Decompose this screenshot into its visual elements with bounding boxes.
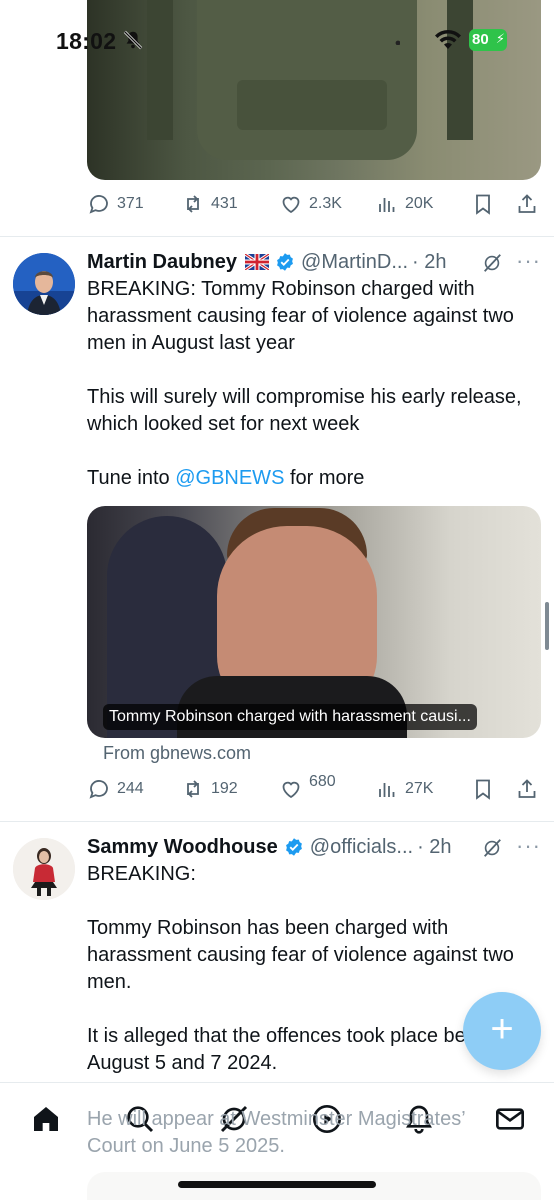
scrollbar[interactable]: [545, 602, 549, 650]
tweet-header: Martin Daubney @MartinD... · 2h: [87, 248, 446, 276]
reply-button[interactable]: 371: [87, 189, 144, 219]
link-card-caption: Tommy Robinson charged with harassment c…: [103, 704, 477, 730]
views-icon: [379, 198, 395, 212]
share-icon: [518, 779, 536, 798]
link-card-image[interactable]: Tommy Robinson charged with harassment c…: [87, 506, 541, 738]
repost-button[interactable]: 431: [181, 189, 238, 219]
charging-icon: ⚡: [495, 31, 505, 46]
views-count: 27K: [405, 780, 434, 797]
like-count: 2.3K: [309, 195, 342, 212]
battery-level: 80: [472, 31, 489, 48]
image-detail: [237, 80, 387, 130]
views-count: 20K: [405, 195, 434, 212]
home-icon[interactable]: [30, 1103, 62, 1135]
tweet-text: BREAKING: Tommy Robinson charged with ha…: [87, 276, 547, 492]
repost-button[interactable]: 192: [181, 774, 238, 804]
bookmark-button[interactable]: [471, 774, 495, 804]
tweet-actions: 371 431 2.3K 20K: [87, 189, 541, 219]
heart-icon: [282, 196, 300, 214]
bookmark-icon: [476, 194, 490, 215]
mail-icon[interactable]: [494, 1103, 526, 1135]
avatar[interactable]: [13, 253, 75, 315]
reply-icon: [89, 780, 108, 799]
tweet-text-tail: for more: [284, 467, 365, 489]
uk-flag-icon: [245, 254, 270, 270]
camera-dot-icon: [395, 40, 400, 45]
avatar[interactable]: [13, 838, 75, 900]
tweet-text-body: BREAKING: Tommy Robinson charged with ha…: [87, 278, 522, 489]
repost-count: 431: [211, 195, 238, 212]
like-button[interactable]: 2.3K: [279, 189, 342, 219]
author-handle[interactable]: @MartinD...: [301, 251, 408, 274]
views-icon: [379, 783, 395, 797]
link-card-source[interactable]: From gbnews.com: [103, 743, 251, 764]
bookmark-icon: [476, 779, 490, 800]
heart-icon: [282, 781, 300, 799]
views-button[interactable]: 20K: [375, 189, 433, 219]
plus-icon: +: [490, 1007, 514, 1051]
bookmark-button[interactable]: [471, 189, 495, 219]
reply-button[interactable]: 244: [87, 774, 144, 804]
views-button[interactable]: 27K: [375, 774, 433, 804]
author-name[interactable]: Sammy Woodhouse: [87, 836, 278, 859]
avatar-image: [13, 838, 75, 900]
more-options-icon[interactable]: ···: [516, 833, 541, 859]
tweet-header: Sammy Woodhouse @officials... · 2h: [87, 833, 452, 861]
tweet-divider: [0, 236, 554, 237]
tweet-divider: [0, 821, 554, 822]
reply-icon: [89, 195, 108, 214]
tweet-time: · 2h: [412, 250, 447, 273]
author-handle[interactable]: @officials...: [310, 836, 413, 859]
avatar-image: [13, 253, 75, 315]
share-icon: [518, 194, 536, 213]
battery-indicator: 80 ⚡: [469, 29, 507, 51]
grok-icon[interactable]: [481, 252, 503, 274]
status-time: 18:02: [56, 28, 117, 54]
compose-button[interactable]: +: [463, 992, 541, 1070]
repost-icon: [187, 780, 199, 798]
more-options-icon[interactable]: ···: [516, 248, 541, 274]
grok-icon[interactable]: [481, 837, 503, 859]
reply-count: 244: [117, 780, 144, 797]
tweet-text-continued: He will appear at Westminster Magistrate…: [87, 1108, 466, 1157]
author-name[interactable]: Martin Daubney: [87, 251, 237, 274]
tweet-time: · 2h: [417, 835, 452, 858]
tweet-actions: 244 192 680 27K: [87, 773, 541, 804]
home-indicator[interactable]: [178, 1181, 376, 1188]
reply-count: 371: [117, 195, 144, 212]
verified-badge-icon: [285, 838, 302, 856]
silent-bell-icon: [123, 30, 143, 50]
share-button[interactable]: [515, 189, 539, 219]
repost-icon: [187, 195, 199, 213]
verified-badge-icon: [277, 253, 293, 271]
like-count: 680: [309, 773, 336, 790]
like-button[interactable]: 680: [279, 773, 336, 804]
mention-link[interactable]: @GBNEWS: [175, 467, 284, 489]
wifi-icon: [435, 29, 461, 49]
share-button[interactable]: [515, 774, 539, 804]
repost-count: 192: [211, 780, 238, 797]
status-bar: 18:02 80 ⚡: [0, 0, 554, 70]
